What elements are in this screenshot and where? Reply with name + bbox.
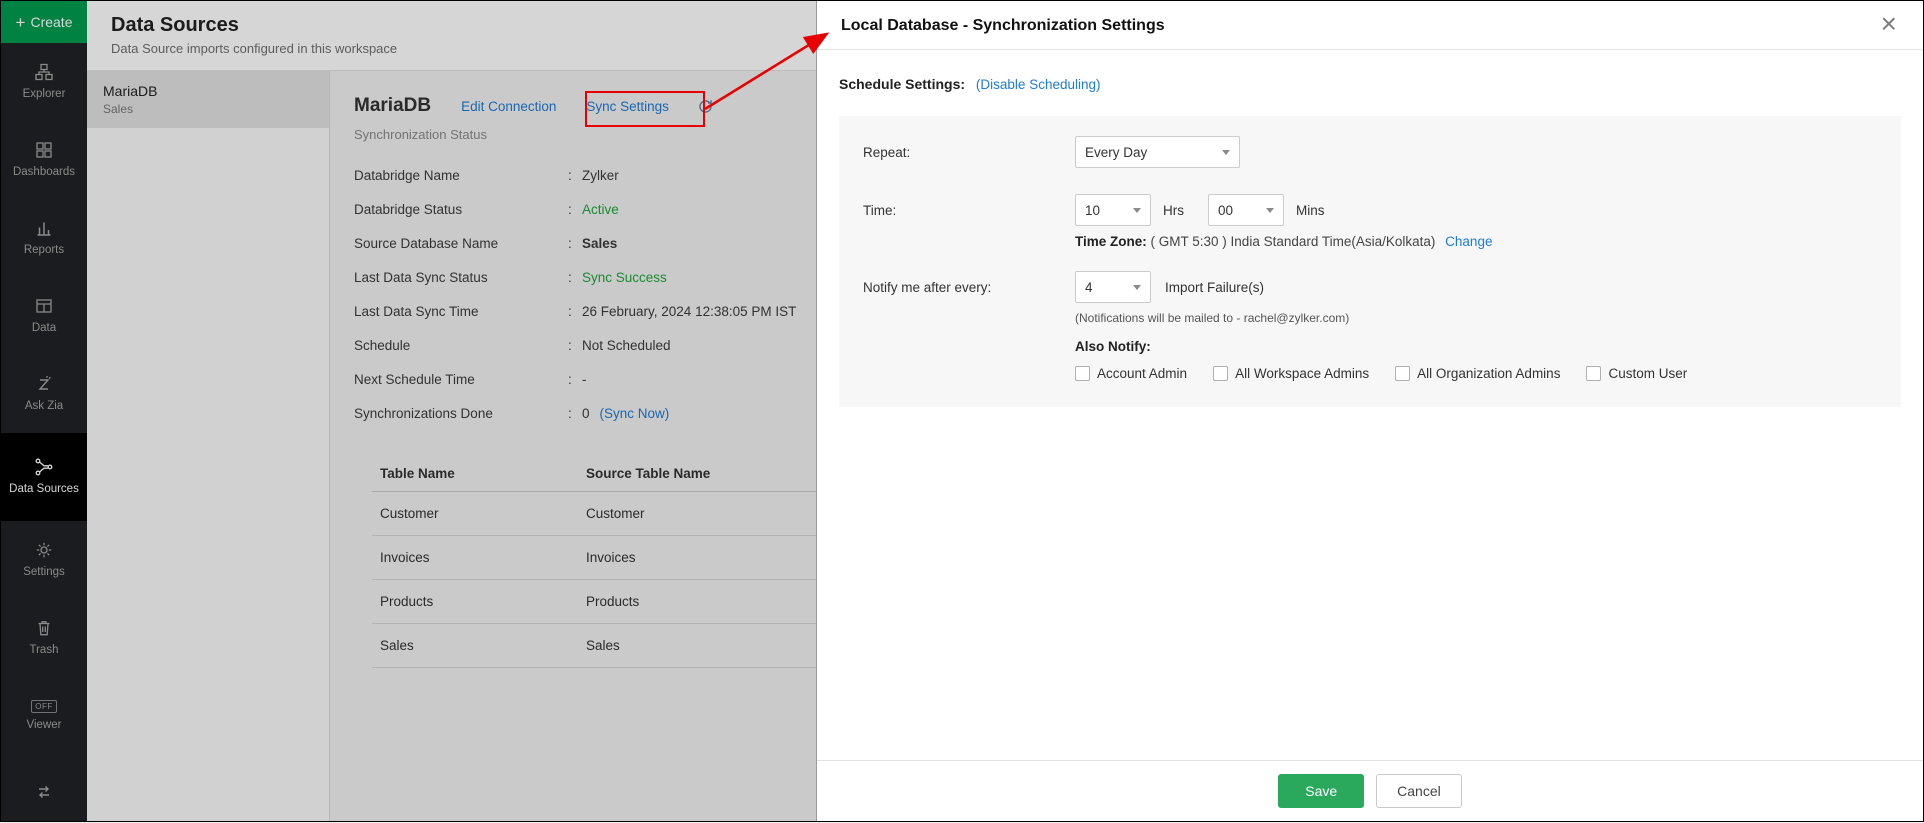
import-failures-suffix: Import Failure(s) bbox=[1165, 280, 1264, 295]
hours-selected-value: 10 bbox=[1085, 203, 1100, 218]
schedule-settings-label: Schedule Settings: bbox=[839, 76, 965, 92]
also-notify-label: Also Notify: bbox=[1075, 339, 1877, 354]
checkbox-custom-user[interactable]: Custom User bbox=[1586, 366, 1687, 381]
checkbox-label: Custom User bbox=[1608, 366, 1687, 381]
repeat-selected-value: Every Day bbox=[1085, 145, 1147, 160]
minutes-unit-label: Mins bbox=[1296, 203, 1325, 218]
checkbox-icon bbox=[1395, 366, 1410, 381]
disable-scheduling-link[interactable]: (Disable Scheduling) bbox=[976, 77, 1101, 92]
time-row: Time: 10 Hrs 00 Mins bbox=[863, 194, 1877, 226]
import-failures-select[interactable]: 4 bbox=[1075, 271, 1151, 303]
schedule-settings-box: Repeat: Every Day Time: 10 Hrs 00 Mins bbox=[839, 116, 1901, 407]
minutes-selected-value: 00 bbox=[1218, 203, 1233, 218]
checkbox-label: All Organization Admins bbox=[1417, 366, 1560, 381]
chevron-down-icon bbox=[1266, 208, 1274, 213]
timezone-value: ( GMT 5:30 ) India Standard Time(Asia/Ko… bbox=[1151, 234, 1436, 249]
modal-title: Local Database - Synchronization Setting… bbox=[841, 17, 1899, 35]
checkbox-icon bbox=[1075, 366, 1090, 381]
chevron-down-icon bbox=[1222, 150, 1230, 155]
notification-mail-note: (Notifications will be mailed to - rache… bbox=[1075, 311, 1877, 325]
checkbox-label: All Workspace Admins bbox=[1235, 366, 1369, 381]
modal-header: Local Database - Synchronization Setting… bbox=[817, 1, 1923, 50]
chevron-down-icon bbox=[1133, 208, 1141, 213]
checkbox-account-admin[interactable]: Account Admin bbox=[1075, 366, 1187, 381]
notify-label: Notify me after every: bbox=[863, 280, 1075, 295]
schedule-settings-line: Schedule Settings: (Disable Scheduling) bbox=[839, 76, 1901, 92]
checkbox-icon bbox=[1586, 366, 1601, 381]
modal-body: Schedule Settings: (Disable Scheduling) … bbox=[817, 50, 1923, 760]
chevron-down-icon bbox=[1133, 285, 1141, 290]
hours-select[interactable]: 10 bbox=[1075, 194, 1151, 226]
import-failures-selected-value: 4 bbox=[1085, 280, 1093, 295]
cancel-button[interactable]: Cancel bbox=[1376, 774, 1462, 808]
repeat-select[interactable]: Every Day bbox=[1075, 136, 1240, 168]
checkbox-all-organization-admins[interactable]: All Organization Admins bbox=[1395, 366, 1560, 381]
repeat-label: Repeat: bbox=[863, 145, 1075, 160]
checkbox-icon bbox=[1213, 366, 1228, 381]
sync-settings-modal: Local Database - Synchronization Setting… bbox=[816, 1, 1923, 821]
timezone-line: Time Zone: ( GMT 5:30 ) India Standard T… bbox=[1075, 234, 1877, 249]
time-label: Time: bbox=[863, 203, 1075, 218]
close-icon[interactable]: × bbox=[1881, 7, 1897, 41]
timezone-label: Time Zone: bbox=[1075, 234, 1147, 249]
checkbox-all-workspace-admins[interactable]: All Workspace Admins bbox=[1213, 366, 1369, 381]
save-button[interactable]: Save bbox=[1278, 774, 1364, 808]
modal-footer: Save Cancel bbox=[817, 760, 1923, 821]
notify-row: Notify me after every: 4 Import Failure(… bbox=[863, 271, 1877, 303]
also-notify-checkboxes: Account Admin All Workspace Admins All O… bbox=[1075, 366, 1877, 381]
timezone-change-link[interactable]: Change bbox=[1445, 234, 1492, 249]
hours-unit-label: Hrs bbox=[1163, 203, 1184, 218]
minutes-select[interactable]: 00 bbox=[1208, 194, 1284, 226]
repeat-row: Repeat: Every Day bbox=[863, 136, 1877, 168]
checkbox-label: Account Admin bbox=[1097, 366, 1187, 381]
